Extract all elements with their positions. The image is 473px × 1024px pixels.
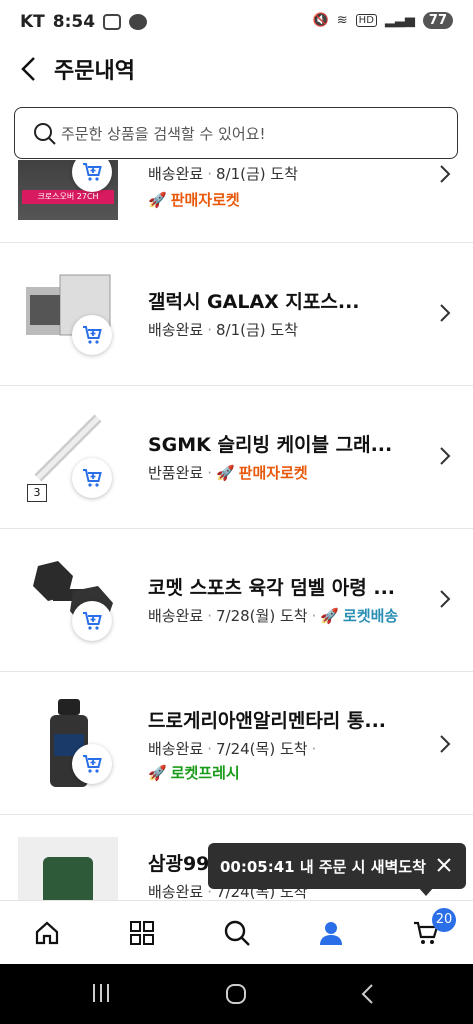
add-to-cart-button[interactable] <box>72 601 112 641</box>
bottom-tab-bar <box>0 900 473 964</box>
product-thumbnail <box>18 837 118 900</box>
toast-pointer <box>418 887 434 896</box>
delivery-type: 로켓프레시 <box>170 764 240 782</box>
chevron-right-icon <box>440 165 451 183</box>
order-meta: 반품완료 · 🚀 판매자로켓 <box>148 463 308 483</box>
delivery-badge: 🚀 판매자로켓 <box>148 189 240 210</box>
order-meta: 배송완료 · 7/28(월) 도착 · 🚀 로켓배송 <box>148 606 399 626</box>
rocket-icon: 🚀 <box>215 463 235 482</box>
delivery-badge: 🚀 로켓프레시 <box>148 762 240 783</box>
order-status: 배송완료 <box>148 165 204 183</box>
add-to-cart-button[interactable] <box>72 744 112 784</box>
order-list: 크로스오버 27CH 배송완료 · 8/1(금) 도착 🚀 판매자로켓 갤럭시 … <box>0 160 473 900</box>
order-meta: 배송완료 · 8/1(금) 도착 <box>148 164 298 184</box>
back-button[interactable] <box>18 54 42 84</box>
order-item[interactable]: 크로스오버 27CH 배송완료 · 8/1(금) 도착 🚀 판매자로켓 <box>0 160 473 243</box>
signal-icon: ▂▃▅ <box>384 13 415 28</box>
order-date: 7/28(월) 도착 <box>215 607 308 625</box>
order-meta: 배송완료 · 7/24(목) 도착 · <box>148 739 317 759</box>
cart-count-badge: 20 <box>432 908 456 932</box>
status-bar: KT 8:54 🔇 ≋ HD ▂▃▅ 77 <box>0 0 473 44</box>
order-item[interactable]: 3 SGMK 슬리빙 케이블 그래... 반품완료 · 🚀 판매자로켓 <box>0 386 473 529</box>
search-input[interactable]: 주문한 상품을 검색할 수 있어요! <box>14 107 458 159</box>
product-name: 코멧 스포츠 육각 덤벨 아령 ... <box>148 577 396 599</box>
order-item[interactable]: 드로게리아앤알리멘타리 통... 배송완료 · 7/24(목) 도착 · 🚀 로… <box>0 672 473 815</box>
order-item[interactable]: 코멧 스포츠 육각 덤벨 아령 ... 배송완료 · 7/28(월) 도착 · … <box>0 529 473 672</box>
order-date: 8/1(금) 도착 <box>215 321 298 339</box>
product-name: 삼광99 <box>148 853 210 875</box>
add-to-cart-button[interactable] <box>72 315 112 355</box>
order-status: 배송완료 <box>148 321 204 339</box>
recent-apps-icon[interactable] <box>90 982 112 1004</box>
order-status: 반품완료 <box>148 464 204 482</box>
back-nav-icon[interactable] <box>358 982 378 1006</box>
chevron-right-icon <box>440 304 451 322</box>
chevron-right-icon <box>440 590 451 608</box>
chevron-right-icon <box>440 735 451 753</box>
thumb-label: 크로스오버 27CH <box>22 190 114 204</box>
product-name: 드로게리아앤알리멘타리 통... <box>148 710 387 732</box>
search-icon <box>34 123 56 145</box>
tab-category[interactable] <box>124 915 160 951</box>
rocket-icon: 🚀 <box>320 606 340 625</box>
cart-plus-icon <box>83 326 102 344</box>
order-status: 배송완료 <box>148 740 204 758</box>
delivery-type: 로켓배송 <box>343 607 399 625</box>
carrier-label: KT <box>20 12 45 32</box>
category-icon <box>130 921 154 945</box>
product-name: SGMK 슬리빙 케이블 그래... <box>148 434 393 456</box>
cart-plus-icon <box>83 612 102 630</box>
my-icon <box>320 922 342 945</box>
delivery-type: 판매자로켓 <box>170 191 240 209</box>
rocket-icon: 🚀 <box>148 190 167 209</box>
page-header: 주문내역 <box>0 44 473 94</box>
screenshot-icon <box>103 14 122 30</box>
talk-icon <box>129 14 148 30</box>
order-date: 7/24(목) 도착 <box>215 740 308 758</box>
home-icon <box>35 921 59 945</box>
delivery-type: 판매자로켓 <box>238 464 308 482</box>
cart-plus-icon <box>83 163 102 181</box>
close-icon[interactable] <box>436 857 452 873</box>
system-nav-bar <box>0 964 473 1024</box>
home-button-icon[interactable] <box>224 982 248 1006</box>
page-title: 주문내역 <box>54 59 135 84</box>
quantity-badge: 3 <box>27 484 47 502</box>
mute-icon: 🔇 <box>312 13 329 28</box>
rocket-icon: 🚀 <box>148 763 167 782</box>
chevron-left-icon <box>21 57 35 81</box>
tab-home[interactable] <box>29 915 65 951</box>
tab-my[interactable] <box>313 915 349 951</box>
search-icon <box>224 920 250 946</box>
order-meta: 배송완료 · 8/1(금) 도착 <box>148 320 298 340</box>
add-to-cart-button[interactable] <box>72 458 112 498</box>
battery-indicator: 77 <box>422 12 453 29</box>
order-status: 배송완료 <box>148 883 204 900</box>
hd-icon: HD <box>355 14 377 27</box>
cart-plus-icon <box>83 469 102 487</box>
order-status: 배송완료 <box>148 607 204 625</box>
order-item[interactable]: 갤럭시 GALAX 지포스... 배송완료 · 8/1(금) 도착 <box>0 243 473 386</box>
cart-plus-icon <box>83 755 102 773</box>
chevron-right-icon <box>440 447 451 465</box>
wifi-icon: ≋ <box>336 13 348 28</box>
tab-search[interactable] <box>219 915 255 951</box>
delivery-countdown-toast[interactable]: 00:05:41 내 주문 시 새벽도착 <box>208 843 466 889</box>
time-label: 8:54 <box>52 12 96 32</box>
search-placeholder: 주문한 상품을 검색할 수 있어요! <box>61 125 266 143</box>
order-date: 8/1(금) 도착 <box>215 165 298 183</box>
toast-text: 00:05:41 내 주문 시 새벽도착 <box>220 857 426 876</box>
product-name: 갤럭시 GALAX 지포스... <box>148 291 360 313</box>
